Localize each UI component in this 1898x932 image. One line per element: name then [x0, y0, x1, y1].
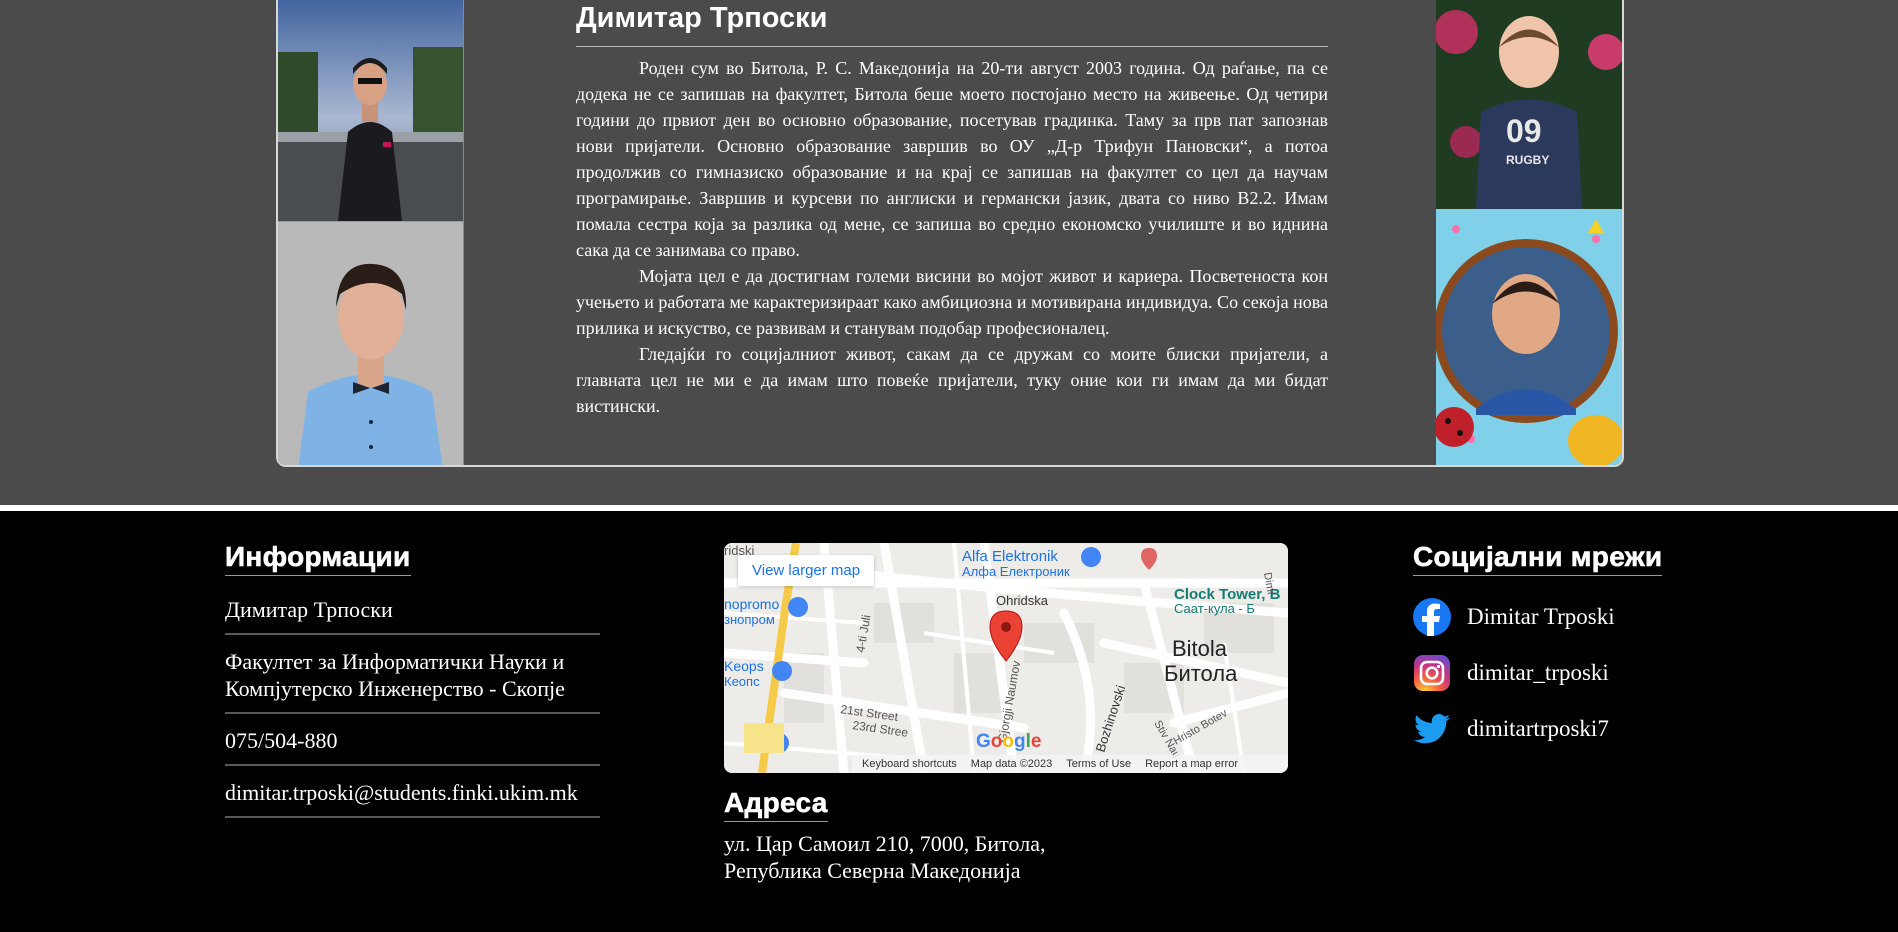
social-label[interactable]: dimitar_trposki [1467, 660, 1609, 686]
photo-portrait-blue-shirt [278, 221, 464, 465]
bio-paragraph: Мојата цел е да достигнам големи висини … [576, 266, 1328, 338]
keyboard-shortcuts-link[interactable]: Keyboard shortcuts [862, 758, 957, 770]
embedded-map[interactable]: Alfa Elektronik Алфа Електроник Ohridska… [724, 543, 1288, 773]
bio-paragraph: Роден сум во Битола, Р. С. Македонија на… [576, 58, 1328, 260]
social-heading: Социјални мрежи [1413, 541, 1663, 576]
bio-title: Димитар Трпоски [576, 2, 828, 34]
terms-link[interactable]: Terms of Use [1066, 758, 1131, 770]
social-list: Dimitar Trposki dimitar_trposki dimitart… [1413, 597, 1713, 747]
map-label: знопром [724, 612, 775, 627]
social-item-twitter[interactable]: dimitartrposki7 [1413, 710, 1713, 747]
map-attribution-bar: Keyboard shortcuts Map data ©2023 Terms … [852, 755, 1288, 773]
svg-text:09: 09 [1506, 113, 1542, 149]
twitter-icon[interactable] [1413, 710, 1451, 748]
google-logo: Google [976, 731, 1042, 752]
info-item-name: Димитар Трпоски [225, 588, 600, 635]
view-larger-map-link[interactable]: View larger map [738, 555, 875, 586]
bio-text: Роден сум во Битола, Р. С. Македонија на… [576, 55, 1328, 419]
info-item-faculty: Факултет за Информатички Науки и Компјут… [225, 635, 600, 714]
map-label: Алфа Електроник [962, 564, 1070, 579]
svg-text:RUGBY: RUGBY [1506, 153, 1549, 167]
facebook-icon[interactable] [1413, 597, 1451, 636]
footer: Информации Димитар Трпоски Факултет за И… [0, 511, 1898, 932]
map-label: Кеопс [724, 674, 760, 689]
map-label: Саат-кула - Б [1174, 601, 1255, 616]
bio-paragraph: Гледајќи го социјалниот живот, сакам да … [576, 344, 1328, 416]
photo-child-framed [1436, 209, 1622, 465]
bio-divider [576, 46, 1328, 47]
address-line-1: ул. Цар Самоил 210, 7000, Битола, [724, 831, 1046, 856]
map-label: Ohridska [996, 593, 1049, 608]
social-label[interactable]: dimitartrposki7 [1467, 716, 1609, 742]
info-column: Информации Димитар Трпоски Факултет за И… [225, 541, 625, 818]
map-column: Alfa Elektronik Алфа Електроник Ohridska… [724, 543, 1288, 884]
info-list: Димитар Трпоски Факултет за Информатички… [225, 588, 600, 818]
info-heading: Информации [225, 541, 411, 576]
social-item-instagram[interactable]: dimitar_trposki [1413, 654, 1713, 691]
info-item-email[interactable]: dimitar.trposki@students.finki.ukim.mk [225, 766, 600, 818]
map-label: Битола [1164, 661, 1238, 686]
photo-suit-outdoors [278, 0, 464, 221]
social-label[interactable]: Dimitar Trposki [1467, 604, 1615, 630]
report-error-link[interactable]: Report a map error [1145, 758, 1238, 770]
info-item-phone: 075/504-880 [225, 714, 600, 766]
social-column: Социјални мрежи Dimitar Trposki dimitar_… [1413, 541, 1713, 766]
bio-card: 09 RUGBY Димитар Трпоски Роден сум во Би… [276, 0, 1624, 467]
address-line-2: Република Северна Македонија [724, 858, 1021, 883]
map-label: Bitola [1172, 636, 1228, 661]
map-label: Keops [724, 658, 764, 674]
map-data-text: Map data ©2023 [970, 758, 1053, 770]
instagram-icon[interactable] [1413, 654, 1451, 692]
address-text: ул. Цар Самоил 210, 7000, Битола, Републ… [724, 830, 1288, 884]
address-heading: Адреса [724, 787, 828, 822]
map-label: Alfa Elektronik [962, 548, 1058, 565]
photo-child-rugby-shirt: 09 RUGBY [1436, 0, 1622, 209]
map-label: nopromo [724, 596, 779, 612]
social-item-facebook[interactable]: Dimitar Trposki [1413, 597, 1713, 636]
